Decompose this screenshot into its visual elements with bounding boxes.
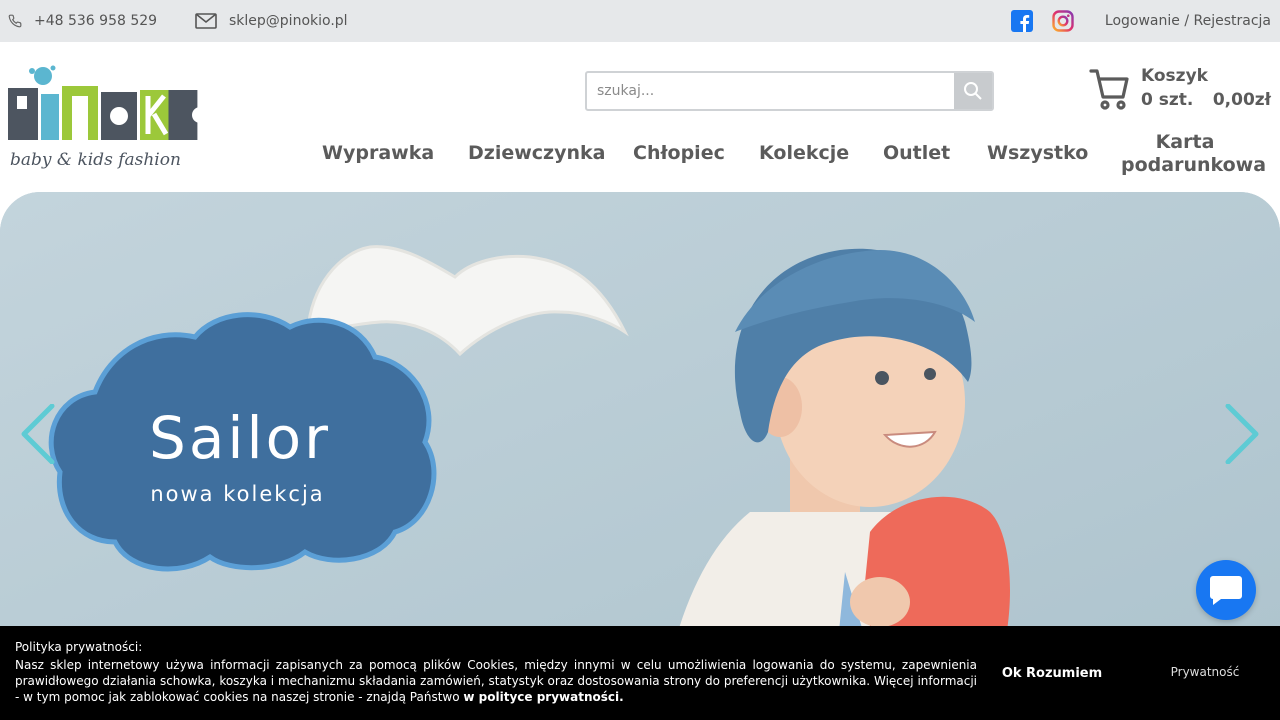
top-bar: +48 536 958 529 sklep@pinokio.pl Logowan… (0, 0, 1280, 42)
chat-bubble-icon (1210, 576, 1242, 605)
phone-link[interactable]: +48 536 958 529 (8, 0, 157, 42)
chat-button[interactable] (1196, 560, 1256, 620)
facebook-icon[interactable] (1011, 10, 1033, 32)
nav-item-outlet[interactable]: Outlet (883, 142, 950, 164)
cookie-text-suffix: . (619, 690, 624, 704)
cookie-text: Nasz sklep internetowy używa informacji … (15, 657, 977, 705)
login-register-link[interactable]: Logowanie / Rejestracja (1105, 0, 1271, 42)
cookie-accept-button[interactable]: Ok Rozumiem (992, 666, 1112, 681)
nav-item-wyprawka[interactable]: Wyprawka (322, 142, 434, 164)
cookie-banner: Polityka prywatności: Nasz sklep interne… (0, 626, 1280, 720)
nav-item-dziewczynka[interactable]: Dziewczynka (468, 142, 605, 164)
phone-number: +48 536 958 529 (34, 13, 158, 29)
email-link[interactable]: sklep@pinokio.pl (195, 0, 348, 42)
instagram-icon[interactable] (1052, 10, 1074, 32)
phone-icon (8, 14, 22, 28)
cart-total: 0,00zł (1212, 90, 1271, 110)
nav-item-wszystko[interactable]: Wszystko (987, 142, 1088, 164)
search-bar (585, 71, 994, 111)
search-button[interactable] (954, 73, 992, 109)
email-address: sklep@pinokio.pl (229, 13, 348, 29)
search-input[interactable] (587, 73, 954, 109)
mail-icon (195, 13, 217, 29)
cart-icon[interactable] (1089, 67, 1129, 111)
slider-prev-arrow[interactable] (20, 404, 56, 464)
cookie-heading: Polityka prywatności: (15, 640, 143, 654)
nav-item-karta-podarunkowa[interactable]: Karta podarunkowa (1121, 131, 1267, 177)
privacy-policy-link[interactable]: w polityce prywatności (463, 690, 619, 704)
logo-tagline: baby & kids fashion (10, 150, 181, 170)
nav-karta-line2: podarunkowa (1121, 154, 1267, 176)
nav-karta-line1: Karta (1155, 131, 1215, 153)
slider-next-arrow[interactable] (1224, 404, 1260, 464)
pinokio-logo[interactable]: baby & kids fashion (8, 62, 218, 180)
cart-quantity: 0 szt. (1141, 90, 1194, 110)
nav-item-chlopiec[interactable]: Chłopiec (633, 142, 725, 164)
search-icon (964, 82, 982, 100)
privacy-link[interactable]: Prywatność (1150, 665, 1260, 679)
hero-subtitle: nowa kolekcja (150, 482, 325, 506)
hero-title: Sailor (149, 404, 331, 472)
cart-title[interactable]: Koszyk (1141, 66, 1208, 86)
nav-item-kolekcje[interactable]: Kolekcje (759, 142, 849, 164)
